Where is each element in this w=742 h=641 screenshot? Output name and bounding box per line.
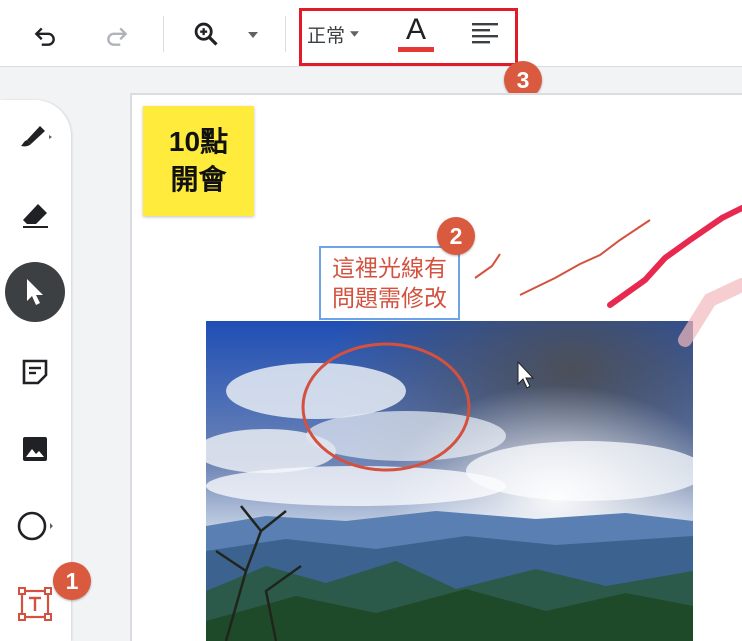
text-box-note[interactable]: 這裡光線有 問題需修改: [319, 246, 460, 320]
landscape-photo[interactable]: [206, 321, 693, 641]
circle-icon: [17, 511, 53, 541]
undo-button[interactable]: [27, 18, 63, 54]
formatting-highlight-box: [299, 8, 518, 66]
sticky-note[interactable]: 10點 開會: [143, 106, 254, 216]
sticky-note-icon: [22, 359, 48, 385]
step-badge-2: 2: [437, 217, 475, 255]
shape-tool[interactable]: [5, 496, 65, 556]
toolbar-separator: [163, 16, 164, 52]
sticky-note-tool[interactable]: [5, 342, 65, 402]
pen-icon: [21, 126, 52, 147]
landscape-image: [206, 321, 693, 641]
text-box-line: 這裡光線有: [332, 255, 447, 281]
image-icon: [23, 437, 47, 461]
pen-tool[interactable]: [5, 107, 65, 167]
eraser-tool[interactable]: [5, 185, 65, 245]
redo-button[interactable]: [99, 18, 135, 54]
pointer-icon: [27, 279, 43, 305]
text-box-line: 問題需修改: [332, 285, 447, 311]
sticky-note-line: 10點: [168, 126, 229, 157]
zoom-dropdown[interactable]: [244, 26, 262, 44]
text-box-icon: [18, 587, 52, 621]
toolbar-separator: [285, 16, 286, 52]
pen-strokes: [474, 205, 742, 347]
sticky-note-line: 開會: [170, 164, 227, 195]
step-badge-1: 1: [53, 562, 91, 600]
select-tool[interactable]: [5, 262, 65, 322]
undo-icon: [34, 27, 55, 46]
image-tool[interactable]: [5, 419, 65, 479]
eraser-icon: [23, 204, 48, 228]
zoom-in-icon: [194, 22, 218, 46]
redo-icon: [107, 27, 128, 46]
tool-sidebar: [0, 100, 71, 641]
select-tool-active-bg: [5, 262, 65, 322]
zoom-button[interactable]: [188, 16, 224, 52]
chevron-down-icon: [248, 32, 258, 38]
